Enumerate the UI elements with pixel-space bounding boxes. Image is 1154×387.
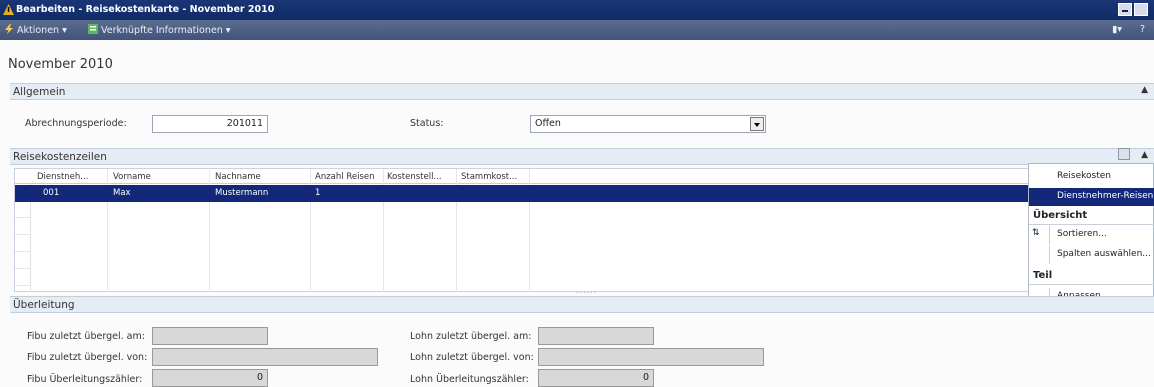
actions-menu[interactable]: Aktionen ▾	[4, 24, 67, 36]
lohn-last-on-field	[538, 327, 654, 345]
window-titlebar: Bearbeiten - Reisekostenkarte - November…	[0, 0, 1154, 20]
actions-menu-label: Aktionen	[17, 25, 60, 36]
minimize-button[interactable]	[1118, 3, 1132, 16]
dropdown-arrow-icon[interactable]	[750, 117, 764, 131]
related-info-icon	[88, 24, 98, 34]
maximize-button[interactable]	[1134, 3, 1148, 16]
status-select[interactable]: Offen	[530, 115, 766, 133]
fibu-counter-value: 0	[256, 372, 263, 383]
context-menu: Reisekosten Dienstnehmer-Reisen Übersich…	[1028, 163, 1154, 311]
related-info-menu[interactable]: Verknüpfte Informationen ▾	[88, 24, 231, 36]
page-title: November 2010	[8, 57, 113, 72]
lohn-last-by-label: Lohn zuletzt übergel. von:	[410, 352, 534, 363]
trips-cell[interactable]: 1	[315, 188, 320, 198]
fibu-last-by-field	[152, 348, 378, 366]
lines-section-header[interactable]: Reisekostenzeilen ▲	[10, 148, 1154, 165]
fibu-last-on-label: Fibu zuletzt übergel. am:	[27, 331, 145, 342]
lohn-counter-label: Lohn Überleitungszähler:	[410, 374, 529, 385]
collapse-icon[interactable]: ▲	[1141, 150, 1148, 160]
transfer-section-title: Überleitung	[13, 299, 75, 311]
help-icon[interactable]: ?	[1140, 24, 1145, 35]
action-toolbar: Aktionen ▾ Verknüpfte Informationen ▾ ▮▾…	[0, 20, 1154, 40]
general-section-header[interactable]: Allgemein ▲	[10, 83, 1154, 100]
status-value: Offen	[535, 118, 561, 129]
fibu-last-on-field	[152, 327, 268, 345]
menu-item-sort[interactable]: ⇅ Sortieren...	[1029, 226, 1154, 244]
lohn-last-by-field	[538, 348, 764, 366]
menu-section-overview: Übersicht	[1033, 210, 1088, 221]
collapse-icon[interactable]: ▲	[1141, 85, 1148, 95]
lightning-icon	[5, 24, 13, 34]
period-value: 201011	[226, 118, 263, 129]
lohn-last-on-label: Lohn zuletzt übergel. am:	[410, 331, 532, 342]
lines-section-title: Reisekostenzeilen	[13, 151, 107, 163]
column-header[interactable]: Dienstneh...	[37, 172, 88, 182]
column-header[interactable]: Vorname	[113, 172, 151, 182]
column-header[interactable]: Nachname	[215, 172, 261, 182]
app-icon	[3, 4, 14, 15]
last-name-cell[interactable]: Mustermann	[215, 188, 268, 198]
related-info-menu-label: Verknüpfte Informationen	[101, 25, 223, 36]
general-section-title: Allgemein	[13, 86, 66, 98]
menu-item-dienstnehmer-reisen[interactable]: Dienstnehmer-Reisen	[1029, 188, 1154, 206]
lohn-counter-value: 0	[642, 372, 649, 383]
table-row[interactable]: 001 Max Mustermann 1	[15, 185, 1028, 202]
column-header[interactable]: Stammkost...	[461, 172, 517, 182]
grid-header: Dienstneh... Vorname Nachname Anzahl Rei…	[15, 169, 1028, 184]
grid-options-icon[interactable]	[1118, 148, 1130, 160]
lohn-counter-field: 0	[538, 369, 654, 387]
lines-grid: Dienstneh... Vorname Nachname Anzahl Rei…	[14, 168, 1029, 292]
layout-icon[interactable]: ▮▾	[1112, 24, 1122, 35]
fibu-last-by-label: Fibu zuletzt übergel. von:	[27, 352, 148, 363]
transfer-section-header[interactable]: Überleitung	[10, 296, 1154, 313]
splitter-handle[interactable]: ......	[576, 286, 597, 295]
period-field[interactable]: 201011	[152, 115, 268, 133]
status-label: Status:	[410, 118, 444, 129]
menu-item-choose-columns[interactable]: Spalten auswählen...	[1029, 246, 1154, 264]
window-title: Bearbeiten - Reisekostenkarte - November…	[16, 4, 275, 15]
column-header[interactable]: Kostenstell...	[387, 172, 442, 182]
first-name-cell[interactable]: Max	[113, 188, 131, 198]
fibu-counter-label: Fibu Überleitungszähler:	[27, 374, 143, 385]
period-label: Abrechnungsperiode:	[25, 118, 127, 129]
fibu-counter-field: 0	[152, 369, 268, 387]
column-header[interactable]: Anzahl Reisen	[315, 172, 374, 182]
menu-item-reisekosten[interactable]: Reisekosten	[1029, 168, 1154, 186]
sort-icon: ⇅	[1032, 228, 1040, 238]
menu-section-part: Teil	[1033, 270, 1053, 281]
employee-cell[interactable]: 001	[43, 188, 59, 198]
